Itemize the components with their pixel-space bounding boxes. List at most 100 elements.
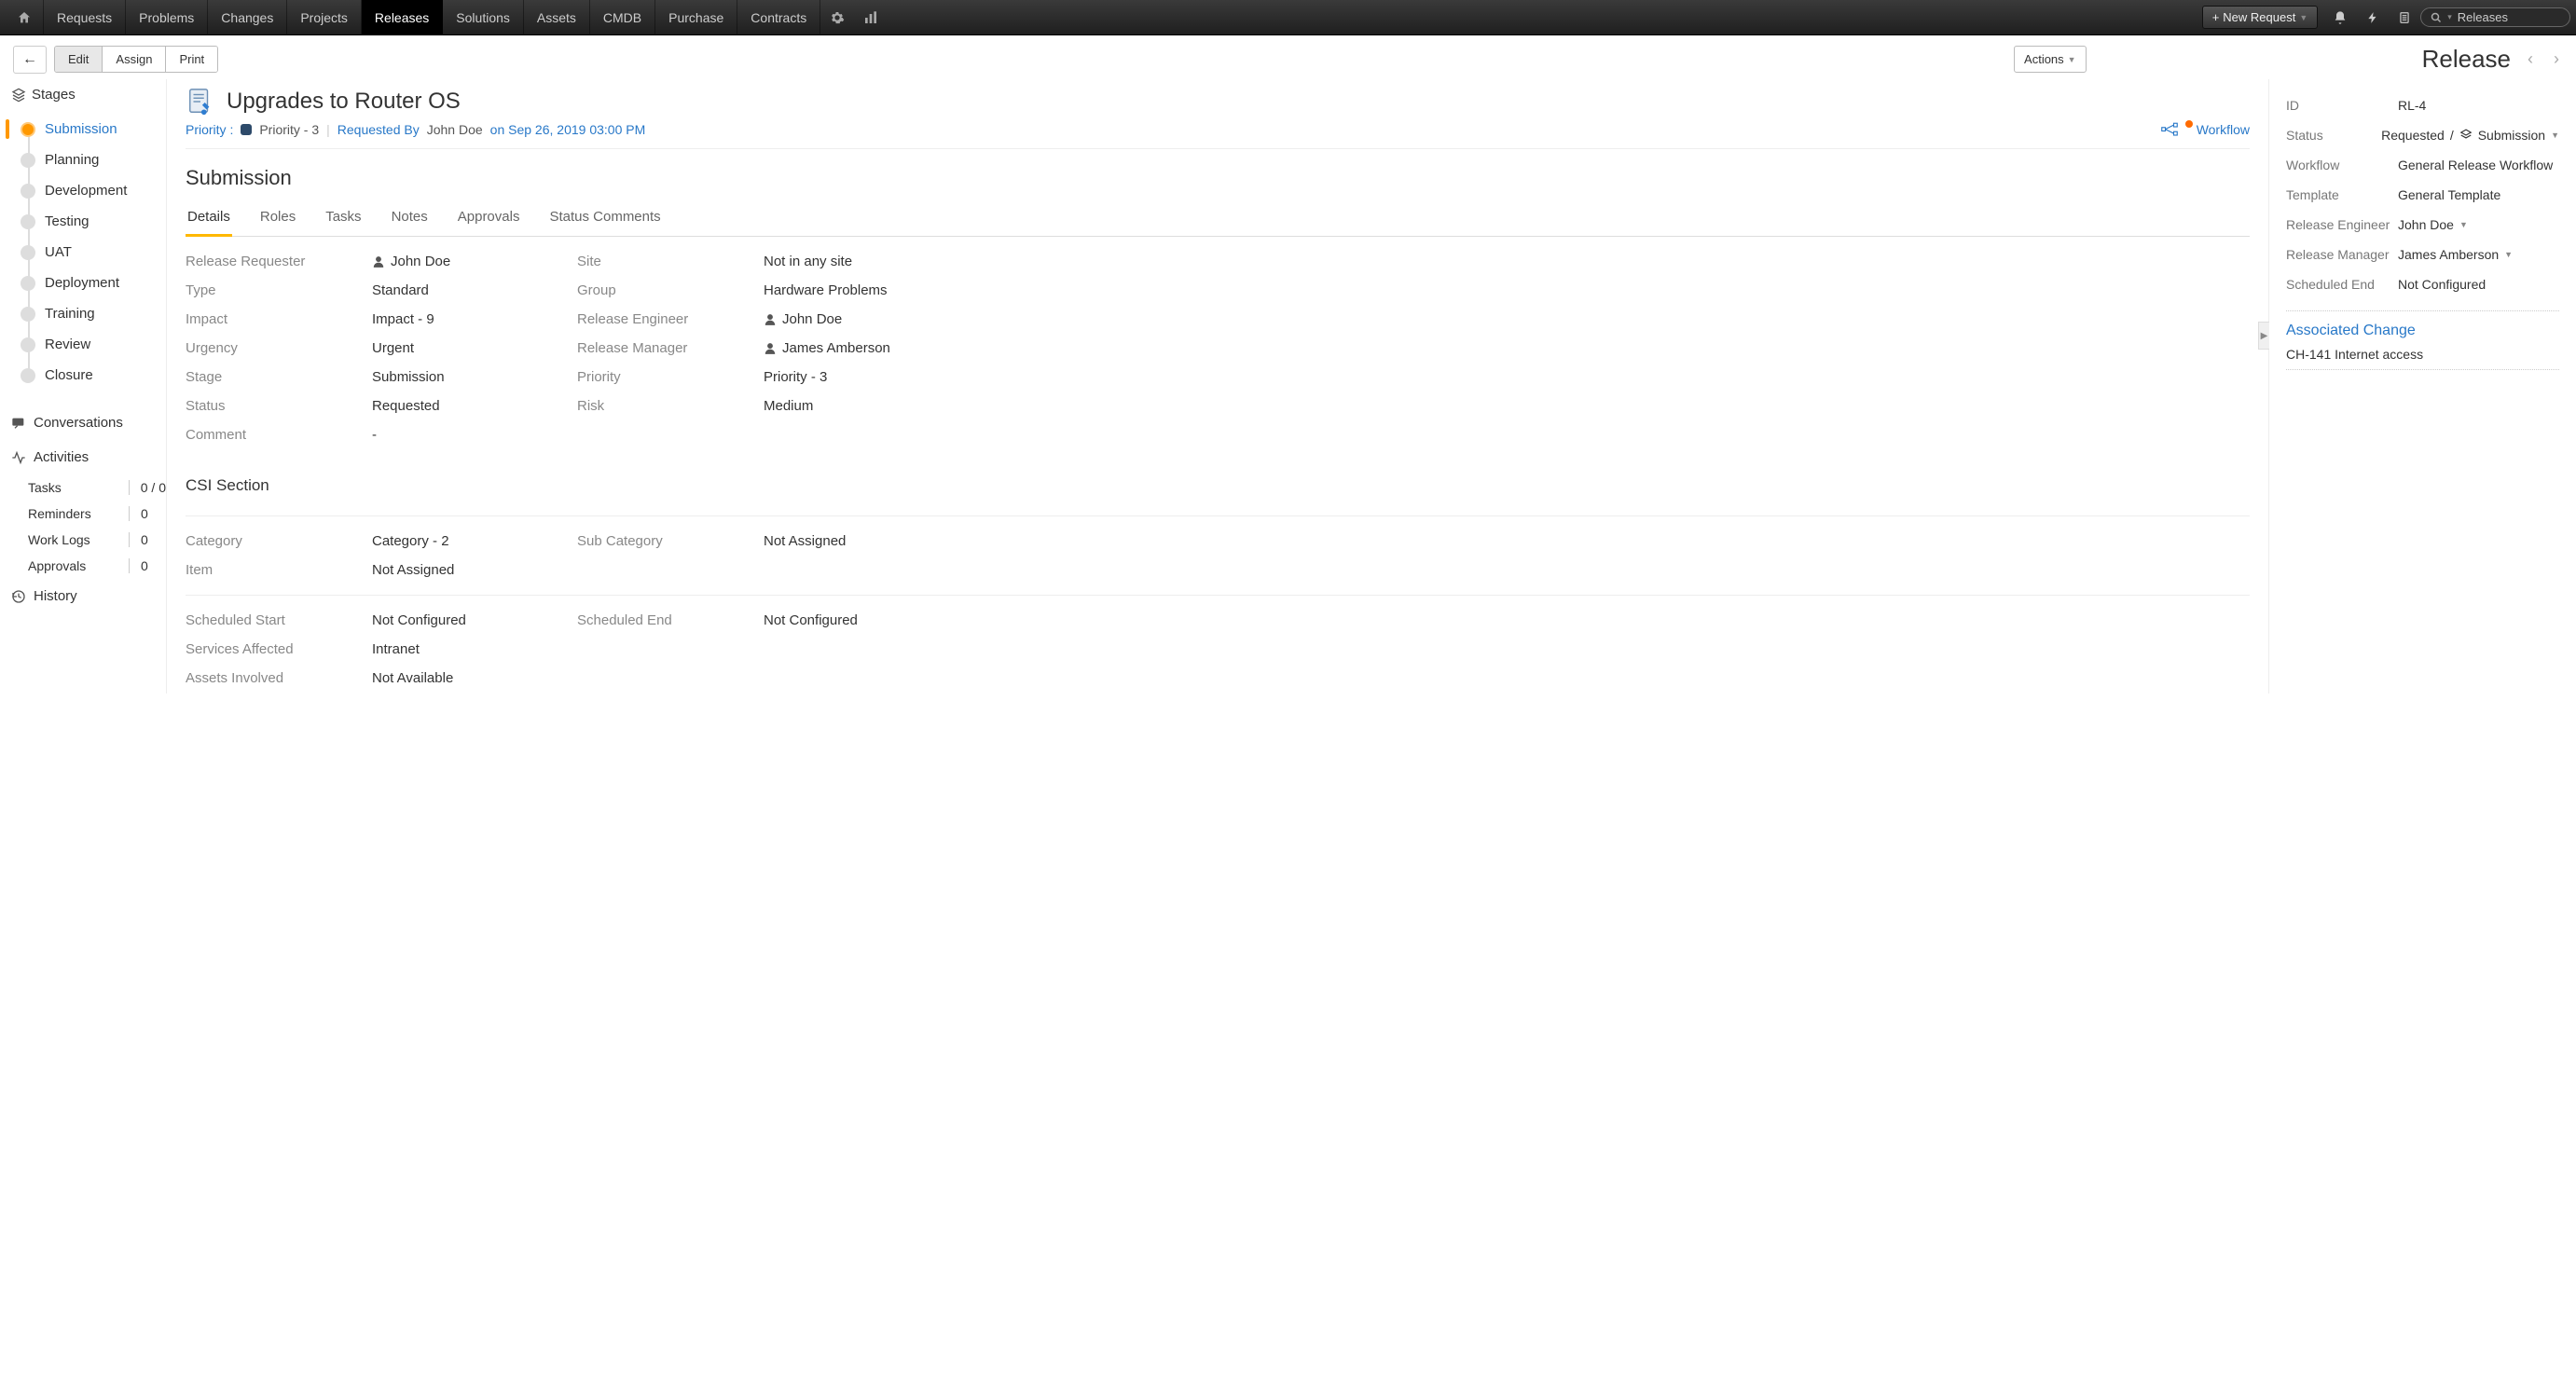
- activity-row-approvals[interactable]: Approvals 0: [28, 553, 166, 579]
- details-grid: Release Requester John Doe Site Not in a…: [186, 254, 2250, 686]
- stage-item-testing[interactable]: Testing: [19, 206, 166, 237]
- release-engineer-label: Release Engineer: [577, 311, 764, 327]
- requested-by-value: John Doe: [427, 122, 483, 137]
- category-label: Category: [186, 533, 372, 549]
- stage-item-development[interactable]: Development: [19, 175, 166, 206]
- stage-item-closure[interactable]: Closure: [19, 360, 166, 391]
- quick-actions-button[interactable]: [2357, 0, 2389, 35]
- conversations-link[interactable]: Conversations: [11, 405, 166, 440]
- home-nav-item[interactable]: [6, 0, 44, 35]
- collapse-panel-button[interactable]: ▶: [2258, 322, 2269, 350]
- stage-item-uat[interactable]: UAT: [19, 237, 166, 268]
- requested-by-label: Requested By: [337, 122, 420, 137]
- assign-button[interactable]: Assign: [103, 47, 166, 72]
- tab-roles[interactable]: Roles: [258, 199, 297, 236]
- scheduled-end-label: Scheduled End: [577, 612, 764, 628]
- status-value[interactable]: Requested / Submission ▼: [2381, 128, 2559, 143]
- stage-label: Deployment: [45, 275, 119, 291]
- activity-label: Approvals: [28, 558, 86, 573]
- nav-item-changes[interactable]: Changes: [208, 0, 287, 35]
- layers-icon: [2459, 129, 2473, 142]
- urgency-value: Urgent: [372, 340, 577, 356]
- nav-item-releases[interactable]: Releases: [362, 0, 443, 35]
- stage-dot-icon: [21, 307, 35, 322]
- stage-item-planning[interactable]: Planning: [19, 144, 166, 175]
- site-label: Site: [577, 254, 764, 269]
- chat-icon: [11, 416, 26, 431]
- manager-value-dropdown[interactable]: James Amberson ▼: [2398, 247, 2559, 262]
- nav-item-solutions[interactable]: Solutions: [443, 0, 524, 35]
- release-manager-label: Release Manager: [577, 340, 764, 356]
- stage-label: Training: [45, 306, 95, 322]
- stage-item-deployment[interactable]: Deployment: [19, 268, 166, 298]
- priority-value: Priority - 3: [259, 122, 319, 137]
- nav-item-contracts[interactable]: Contracts: [737, 0, 820, 35]
- workflow-label: Workflow: [2286, 158, 2398, 172]
- associated-change-header[interactable]: Associated Change: [2286, 310, 2559, 339]
- engineer-value-dropdown[interactable]: John Doe ▼: [2398, 217, 2559, 232]
- workflow-link-label: Workflow: [2197, 122, 2250, 137]
- tab-notes[interactable]: Notes: [390, 199, 430, 236]
- activity-row-reminders[interactable]: Reminders0: [28, 501, 166, 527]
- clipboard-button[interactable]: [2389, 0, 2420, 35]
- global-search[interactable]: ▾ Releases: [2420, 7, 2570, 27]
- stage-item-training[interactable]: Training: [19, 298, 166, 329]
- sched-end-label: Scheduled End: [2286, 277, 2398, 292]
- nav-item-assets[interactable]: Assets: [524, 0, 590, 35]
- stage-label: UAT: [45, 244, 72, 260]
- history-link[interactable]: History: [11, 579, 166, 613]
- person-icon: [764, 313, 777, 326]
- activity-count: 0: [129, 558, 166, 573]
- notifications-button[interactable]: [2323, 0, 2357, 35]
- tab-approvals[interactable]: Approvals: [456, 199, 522, 236]
- back-button[interactable]: ←: [13, 46, 47, 74]
- edit-label: Edit: [68, 52, 89, 66]
- stage-label: Stage: [186, 369, 372, 385]
- actions-dropdown[interactable]: Actions ▼: [2014, 46, 2087, 73]
- chevron-down-icon: ▼: [2459, 220, 2468, 229]
- nav-item-cmdb[interactable]: CMDB: [590, 0, 655, 35]
- stages-header-label: Stages: [32, 87, 76, 103]
- prev-record-button[interactable]: ‹: [2524, 49, 2537, 69]
- stage-value: Submission: [372, 369, 577, 385]
- csi-section-header: CSI Section: [186, 476, 2250, 495]
- sub-category-label: Sub Category: [577, 533, 764, 549]
- nav-item-projects[interactable]: Projects: [287, 0, 362, 35]
- tab-status-comments[interactable]: Status Comments: [547, 199, 662, 236]
- associated-change-item[interactable]: CH-141 Internet access: [2286, 339, 2559, 370]
- release-requester-label: Release Requester: [186, 254, 372, 269]
- stage-item-review[interactable]: Review: [19, 329, 166, 360]
- stage-item-submission[interactable]: Submission: [19, 114, 166, 144]
- nav-item-problems[interactable]: Problems: [126, 0, 208, 35]
- activities-link[interactable]: Activities: [11, 440, 166, 474]
- print-button[interactable]: Print: [166, 47, 217, 72]
- person-icon: [372, 255, 385, 268]
- nav-item-purchase[interactable]: Purchase: [655, 0, 737, 35]
- reports-nav[interactable]: [854, 0, 888, 35]
- activity-row-work-logs[interactable]: Work Logs0: [28, 527, 166, 553]
- assets-involved-label: Assets Involved: [186, 670, 372, 686]
- nav-item-requests[interactable]: Requests: [44, 0, 126, 35]
- stage-list: SubmissionPlanningDevelopmentTesting UAT D…: [19, 114, 166, 391]
- activity-row-tasks[interactable]: Tasks0 / 0: [28, 474, 166, 501]
- workflow-alert-badge: [2185, 120, 2193, 128]
- sched-end-value: Not Configured: [2398, 277, 2559, 292]
- tab-tasks[interactable]: Tasks: [324, 199, 363, 236]
- type-label: Type: [186, 282, 372, 298]
- tab-details[interactable]: Details: [186, 199, 232, 237]
- release-icon: [186, 87, 215, 117]
- settings-gear-nav[interactable]: [820, 0, 854, 35]
- edit-button[interactable]: Edit Edit Release: [55, 47, 103, 72]
- chevron-down-icon: ▼: [2504, 250, 2513, 259]
- impact-value: Impact - 9: [372, 311, 577, 327]
- clipboard-icon: [2398, 10, 2411, 25]
- search-scope-label: Releases: [2458, 10, 2508, 24]
- assets-involved-value: Not Available: [372, 670, 577, 686]
- chevron-down-icon: ▼: [2551, 131, 2559, 140]
- release-requester-value: John Doe: [372, 254, 577, 269]
- new-request-button[interactable]: + New Request ▼: [2202, 6, 2319, 29]
- next-record-button[interactable]: ›: [2550, 49, 2563, 69]
- impact-label: Impact: [186, 311, 372, 327]
- activity-label: Reminders: [28, 506, 91, 521]
- workflow-link[interactable]: Workflow: [2161, 122, 2250, 137]
